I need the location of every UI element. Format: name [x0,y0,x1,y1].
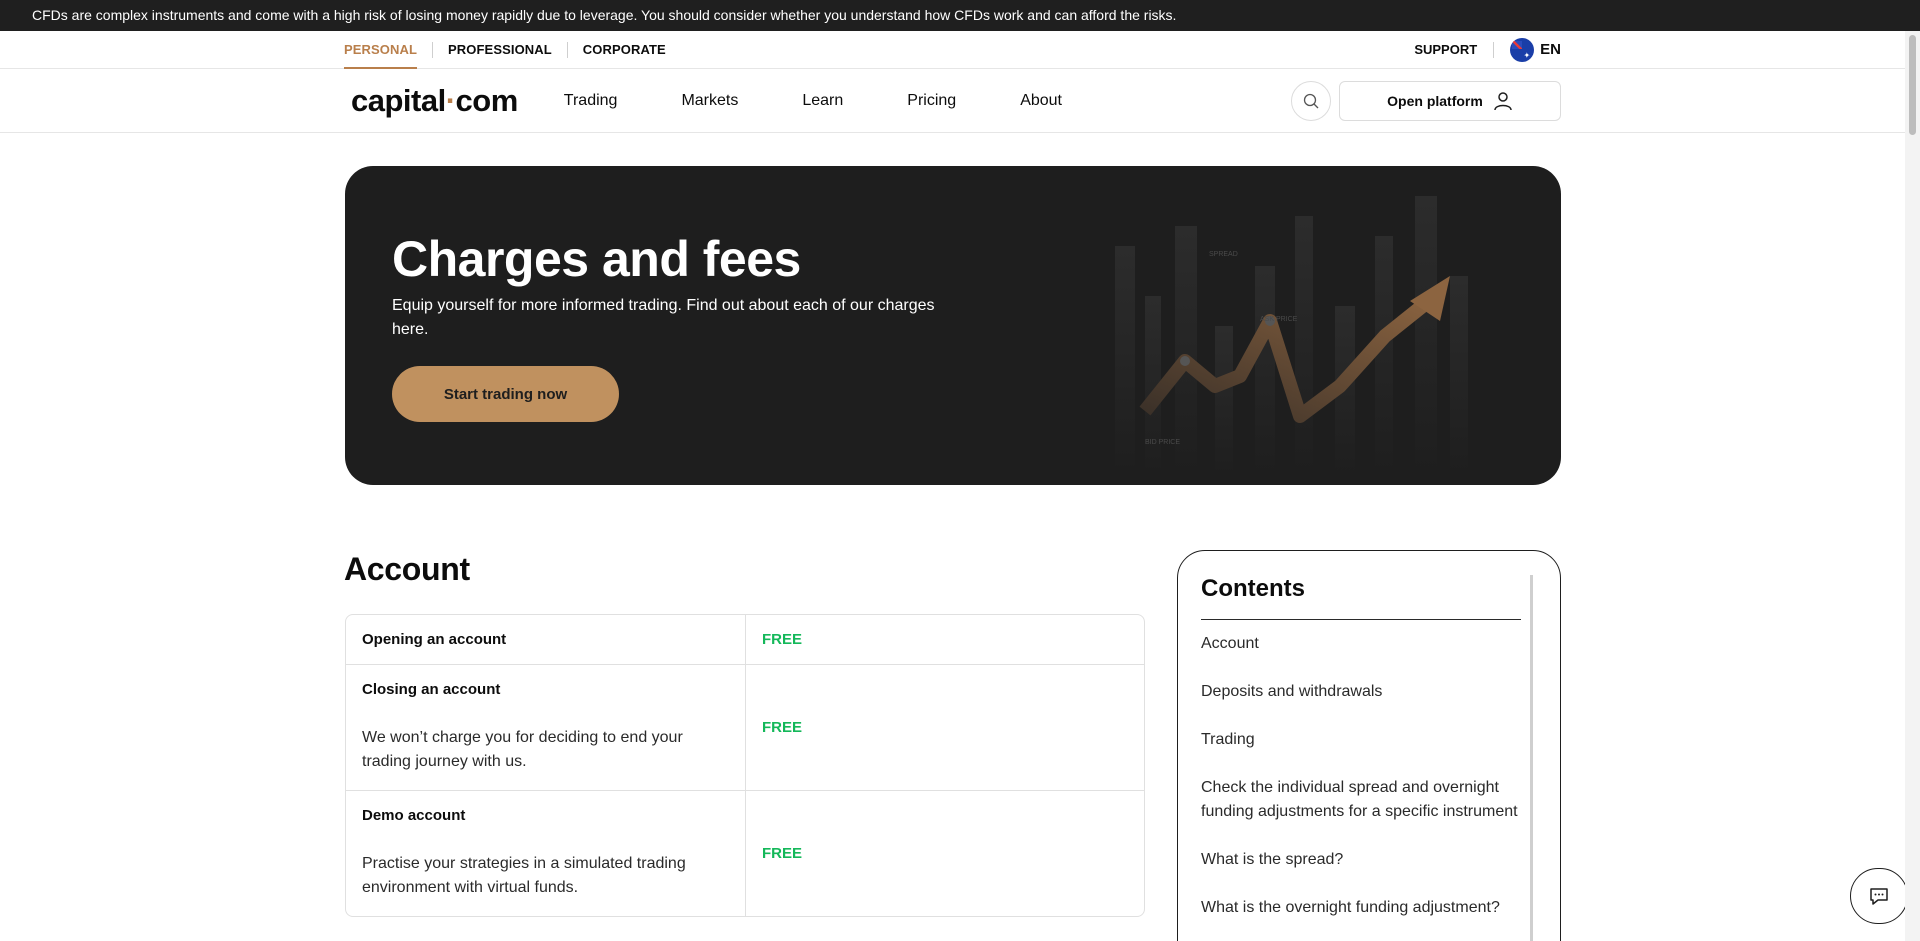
nav-trading[interactable]: Trading [564,92,618,110]
segment-tabs: PERSONAL PROFESSIONAL CORPORATE [344,31,681,69]
chat-icon [1870,888,1888,905]
segment-corporate[interactable]: CORPORATE [568,31,681,68]
contents-link-account[interactable]: Account [1201,632,1521,656]
nav-markets[interactable]: Markets [681,92,738,110]
user-icon [1494,91,1512,110]
nav-about[interactable]: About [1020,92,1062,110]
australia-flag-icon [1510,37,1535,62]
main-nav: capital·com Trading Markets Learn Pricin… [0,69,1920,133]
hero-subtitle: Equip yourself for more informed trading… [392,297,935,338]
logo-main: capital [351,82,446,118]
nav-learn[interactable]: Learn [802,92,843,110]
account-heading: Account [344,551,470,587]
page-scrollbar[interactable] [1905,31,1920,941]
fee-value-cell: FREE [746,615,1144,664]
fee-value: FREE [762,719,803,736]
contents-list: Account Deposits and withdrawals Trading… [1201,632,1521,920]
risk-warning-text: CFDs are complex instruments and come wi… [32,7,1177,23]
logo[interactable]: capital·com [351,83,518,119]
fee-description: Practise your strategies in a simulated … [362,855,686,896]
divider [1493,41,1495,58]
account-fees-table: Opening an account FREE Closing an accou… [345,614,1145,917]
contents-link-check-spread[interactable]: Check the individual spread and overnigh… [1201,776,1521,824]
segment-bar: PERSONAL PROFESSIONAL CORPORATE SUPPORT … [0,31,1920,69]
risk-warning-bar: CFDs are complex instruments and come wi… [0,0,1920,31]
art-label-ask: ASK PRICE [1260,316,1298,323]
segment-personal[interactable]: PERSONAL [344,31,432,69]
table-row: Demo account Practise your strategies in… [346,791,1144,916]
search-icon [1303,93,1319,108]
art-label-spread: SPREAD [1209,251,1238,258]
open-platform-label: Open platform [1387,92,1483,109]
table-row: Opening an account FREE [346,615,1144,665]
contents-scrollbar[interactable] [1530,575,1533,941]
fee-value-cell: FREE [746,665,1144,790]
chat-button[interactable] [1850,868,1908,924]
table-row: Closing an account We won’t charge you f… [346,665,1144,791]
language-code: EN [1540,41,1561,58]
hero-banner: Charges and fees Equip yourself for more… [345,166,1561,485]
language-selector[interactable]: EN [1510,37,1561,62]
contents-link-deposits[interactable]: Deposits and withdrawals [1201,680,1521,704]
table-of-contents: Contents Account Deposits and withdrawal… [1177,550,1561,941]
fee-label-cell: Demo account Practise your strategies in… [346,791,746,916]
scrollbar-thumb[interactable] [1909,35,1916,135]
contents-link-what-is-spread[interactable]: What is the spread? [1201,848,1521,872]
nav-links: Trading Markets Learn Pricing About [564,92,1126,110]
logo-dot: · [445,82,456,118]
fee-label-cell: Closing an account We won’t charge you f… [346,665,746,790]
contents-link-overnight-funding[interactable]: What is the overnight funding adjustment… [1201,896,1521,920]
trading-arrow-illustration: SPREAD ASK PRICE BID PRICE [1115,196,1468,476]
nav-pricing[interactable]: Pricing [907,92,956,110]
fee-label-cell: Opening an account [346,615,746,664]
search-button[interactable] [1291,80,1331,121]
page-title: Charges and fees [392,231,801,287]
fee-name: Opening an account [362,631,507,648]
fee-value: FREE [762,631,803,648]
support-link[interactable]: SUPPORT [1414,42,1477,57]
segment-professional[interactable]: PROFESSIONAL [433,31,567,68]
open-platform-button[interactable]: Open platform [1339,80,1561,121]
fee-value: FREE [762,845,803,862]
fee-name: Closing an account [362,681,501,698]
start-trading-button[interactable]: Start trading now [392,366,619,422]
fee-value-cell: FREE [746,791,1144,916]
contents-title: Contents [1201,575,1521,620]
fee-description: We won’t charge you for deciding to end … [362,729,683,770]
fee-name: Demo account [362,807,466,824]
logo-tld: com [455,82,519,118]
contents-link-trading[interactable]: Trading [1201,728,1521,752]
art-label-bid: BID PRICE [1145,439,1180,446]
